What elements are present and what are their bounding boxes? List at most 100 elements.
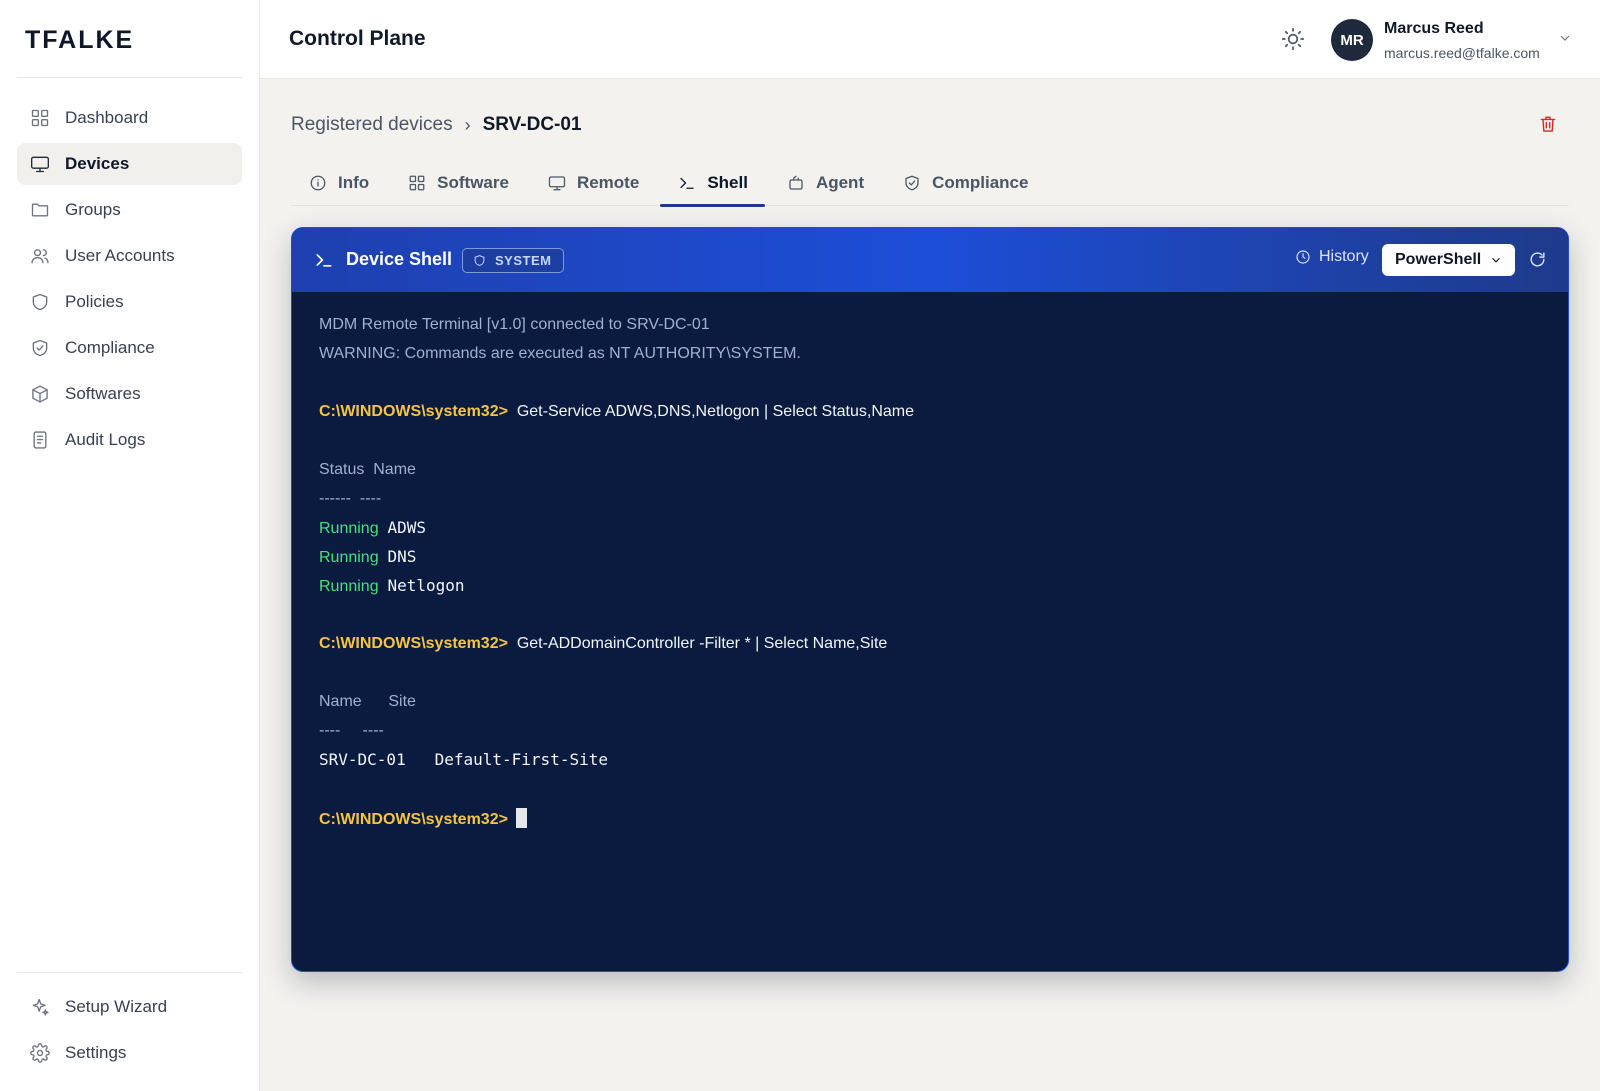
terminal-output[interactable]: MDM Remote Terminal [v1.0] connected to …	[319, 311, 1541, 951]
service-row: Running Netlogon	[319, 576, 465, 597]
theme-toggle-sun-icon[interactable]	[1280, 26, 1306, 52]
breadcrumb: Registered devices › SRV-DC-01	[291, 114, 582, 136]
terminal-command-line: C:\WINDOWS\system32> Get-ADDomainControl…	[319, 634, 887, 654]
shell-title: Device Shell	[346, 249, 453, 269]
output-table-header: Status Name	[319, 461, 416, 478]
sidebar-item-label: Devices	[65, 154, 130, 173]
tab-remote[interactable]: Remote	[530, 160, 656, 206]
history-label: History	[1319, 248, 1369, 265]
chevron-down-icon	[1489, 253, 1503, 267]
service-row: Running ADWS	[319, 518, 426, 539]
user-name[interactable]: Marcus Reed	[1384, 20, 1484, 38]
output-table-rule: ---- ----	[319, 722, 384, 739]
chevron-down-icon[interactable]	[1557, 30, 1573, 46]
system-badge-label: SYSTEM	[495, 253, 552, 268]
monitor-icon	[547, 173, 567, 193]
sidebar-item-label: Softwares	[65, 384, 141, 403]
sidebar-nav: Dashboard Devices Groups User Accounts P…	[17, 97, 242, 465]
sidebar-item-groups[interactable]: Groups	[17, 189, 242, 231]
sidebar-item-label: Setup Wizard	[65, 997, 168, 1016]
output-table-header: Name Site	[319, 693, 416, 710]
sidebar-item-settings[interactable]: Settings	[17, 1032, 242, 1074]
sidebar-item-label: Dashboard	[65, 108, 149, 127]
terminal-warning-line: WARNING: Commands are executed as NT AUT…	[319, 345, 801, 362]
tab-software[interactable]: Software	[390, 160, 526, 206]
grid-icon	[29, 107, 51, 129]
tab-compliance[interactable]: Compliance	[885, 160, 1045, 206]
agent-icon	[786, 173, 806, 193]
sidebar-item-user-accounts[interactable]: User Accounts	[17, 235, 242, 277]
breadcrumb-registered-devices[interactable]: Registered devices	[291, 114, 453, 136]
info-icon	[308, 173, 328, 193]
tab-info[interactable]: Info	[291, 160, 386, 206]
clock-icon	[1295, 249, 1312, 266]
monitor-icon	[29, 153, 51, 175]
sidebar-divider	[17, 972, 242, 973]
sidebar-item-devices[interactable]: Devices	[17, 143, 242, 185]
service-status: Running	[319, 520, 379, 537]
shield-icon	[29, 291, 51, 313]
shell-type-select[interactable]: PowerShell	[1382, 244, 1515, 276]
terminal-prompt: C:\WINDOWS\system32>	[319, 635, 508, 652]
brand-logo: TFALKE	[25, 26, 135, 54]
grid-icon	[407, 173, 427, 193]
system-badge: SYSTEM	[462, 248, 565, 273]
shell-type-value: PowerShell	[1395, 251, 1482, 268]
terminal-command: Get-Service ADWS,DNS,Netlogon | Select S…	[516, 403, 915, 420]
shield-icon	[473, 254, 487, 268]
tab-label: Software	[437, 173, 509, 192]
breadcrumb-separator: ›	[464, 114, 471, 135]
service-name: DNS	[387, 547, 417, 566]
terminal-banner-line: MDM Remote Terminal [v1.0] connected to …	[319, 316, 710, 333]
sidebar-item-label: Groups	[65, 200, 121, 219]
terminal-input-line[interactable]: C:\WINDOWS\system32>	[319, 808, 528, 830]
folder-icon	[29, 199, 51, 221]
terminal-command: Get-ADDomainController -Filter * | Selec…	[516, 635, 888, 652]
sparkles-icon	[29, 996, 51, 1018]
refresh-icon[interactable]	[1528, 250, 1548, 270]
tab-shell[interactable]: Shell	[660, 160, 765, 207]
history-button[interactable]: History	[1295, 248, 1369, 266]
tab-label: Shell	[707, 173, 748, 192]
gear-icon	[29, 1042, 51, 1064]
sidebar-item-label: Compliance	[65, 338, 155, 357]
service-status: Running	[319, 578, 379, 595]
avatar[interactable]: MR	[1331, 19, 1373, 61]
terminal-icon	[314, 250, 336, 272]
tab-label: Remote	[576, 173, 640, 192]
sidebar-item-label: Policies	[65, 292, 124, 311]
device-tabs: Info Software Remote Shell Agent Complia…	[291, 160, 1569, 207]
shield-check-icon	[902, 173, 922, 193]
delete-device-trash-icon[interactable]	[1538, 114, 1560, 136]
sidebar-item-policies[interactable]: Policies	[17, 281, 242, 323]
users-icon	[29, 245, 51, 267]
package-icon	[29, 383, 51, 405]
log-icon	[29, 429, 51, 451]
sidebar-item-compliance[interactable]: Compliance	[17, 327, 242, 369]
terminal-icon	[677, 173, 697, 193]
sidebar: TFALKE Dashboard Devices Groups User Acc…	[0, 0, 260, 1091]
sidebar-item-setup-wizard[interactable]: Setup Wizard	[17, 986, 242, 1028]
output-table-rule: ------ ----	[319, 490, 382, 507]
terminal-prompt: C:\WINDOWS\system32>	[319, 403, 508, 420]
tab-label: Info	[338, 173, 370, 192]
sidebar-item-label: Settings	[65, 1043, 127, 1062]
tab-label: Compliance	[932, 173, 1029, 192]
service-status: Running	[319, 549, 379, 566]
sidebar-item-softwares[interactable]: Softwares	[17, 373, 242, 415]
service-name: ADWS	[387, 518, 427, 537]
domain-controller-row: SRV-DC-01 Default-First-Site	[319, 750, 608, 769]
page-title: Control Plane	[289, 27, 426, 50]
shield-check-icon	[29, 337, 51, 359]
terminal-prompt: C:\WINDOWS\system32>	[319, 811, 508, 828]
user-email: marcus.reed@tfalke.com	[1384, 45, 1540, 61]
top-bar: Control Plane MR Marcus Reed marcus.reed…	[260, 0, 1600, 79]
sidebar-item-audit-logs[interactable]: Audit Logs	[17, 419, 242, 461]
terminal-command-line: C:\WINDOWS\system32> Get-Service ADWS,DN…	[319, 402, 914, 422]
sidebar-bottom-nav: Setup Wizard Settings	[17, 986, 242, 1078]
sidebar-divider	[17, 77, 242, 78]
tab-agent[interactable]: Agent	[769, 160, 881, 206]
terminal-cursor	[516, 808, 528, 828]
sidebar-item-dashboard[interactable]: Dashboard	[17, 97, 242, 139]
device-shell-panel: Device Shell SYSTEM History PowerShell M…	[291, 227, 1569, 972]
